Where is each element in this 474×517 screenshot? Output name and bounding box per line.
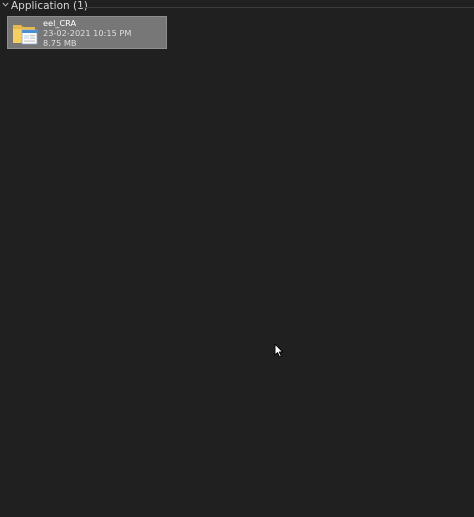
chevron-down-icon[interactable] [2,1,9,8]
group-divider [78,7,474,8]
file-modified-date: 23-02-2021 10:15 PM [43,28,132,38]
mouse-cursor-icon [274,343,284,358]
group-title: Application (1) [11,0,88,12]
file-details: eel_CRA 23-02-2021 10:15 PM 8.75 MB [43,18,131,48]
file-name: eel_CRA [43,18,77,28]
file-tile-eel-cra[interactable]: eel_CRA 23-02-2021 10:15 PM 8.75 MB [7,16,167,49]
application-icon [13,25,38,45]
file-explorer-content: Application (1) eel_CRA 23-02-2021 10:15… [0,0,474,517]
file-size: 8.75 MB [43,38,77,48]
group-header-application[interactable]: Application (1) [0,0,474,14]
